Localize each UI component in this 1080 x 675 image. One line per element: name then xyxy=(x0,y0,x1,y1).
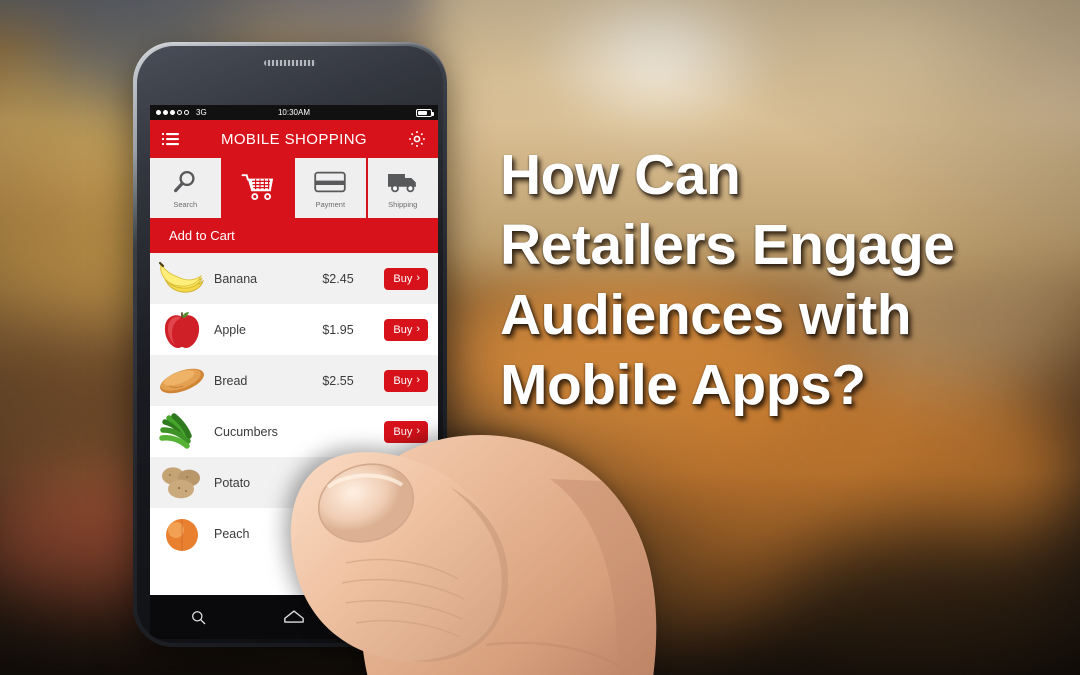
buy-button[interactable]: Buy › xyxy=(384,471,428,494)
shopping-cart-icon xyxy=(241,172,275,202)
product-name: Banana xyxy=(214,271,258,286)
signal-strength-icon xyxy=(156,110,189,115)
product-price: $1.95 xyxy=(322,322,354,337)
peach-thumb xyxy=(150,514,214,554)
back-nav-icon[interactable] xyxy=(373,604,407,630)
battery-icon xyxy=(416,108,434,117)
status-clock: 10:30AM xyxy=(277,108,311,117)
phone-body: 3G 10:30AM MOBILE SHOPPING Search Paymen… xyxy=(137,46,443,643)
section-title: Add to Cart xyxy=(169,228,235,243)
chevron-right-icon: › xyxy=(416,272,420,284)
buy-button[interactable]: Buy › xyxy=(384,318,428,341)
potato-thumb xyxy=(150,464,214,502)
buy-button[interactable]: Buy › xyxy=(384,420,428,443)
home-nav-icon[interactable] xyxy=(277,604,311,630)
product-name: Cucumbers xyxy=(214,424,278,439)
tab-shipping-label: Shipping xyxy=(388,200,418,209)
gear-icon[interactable] xyxy=(407,129,427,149)
table-row[interactable]: Peach $6.35 Buy › xyxy=(150,508,438,559)
table-row[interactable]: Bread $2.55 Buy › xyxy=(150,355,438,406)
table-row[interactable]: Apple $1.95 Buy › xyxy=(150,304,438,355)
page-title: How Can Retailers Engage Audiences with … xyxy=(500,143,955,417)
poster-canvas: How Can Retailers Engage Audiences with … xyxy=(0,0,1080,675)
search-nav-icon[interactable] xyxy=(181,604,215,630)
tab-cart[interactable] xyxy=(222,158,293,218)
buy-label: Buy xyxy=(393,476,413,489)
product-list: Banana $2.45 Buy › Apple $1.95 Buy › Bre… xyxy=(150,253,438,559)
buy-label: Buy xyxy=(393,272,413,285)
buy-button[interactable]: Buy › xyxy=(384,522,428,545)
earpiece-speaker-icon xyxy=(264,60,316,66)
tab-search[interactable]: Search xyxy=(150,158,221,218)
table-row[interactable]: Cucumbers Buy › xyxy=(150,406,438,457)
tab-search-label: Search xyxy=(173,200,198,209)
table-row[interactable]: Banana $2.45 Buy › xyxy=(150,253,438,304)
app-title: MOBILE SHOPPING xyxy=(220,130,368,148)
section-title-bar: Add to Cart xyxy=(150,218,438,253)
chevron-right-icon: › xyxy=(416,527,420,539)
buy-label: Buy xyxy=(393,425,413,438)
smartphone-device: 3G 10:30AM MOBILE SHOPPING Search Paymen… xyxy=(133,42,447,647)
android-nav-bar xyxy=(150,595,438,639)
product-price: $2.45 xyxy=(322,271,354,286)
credit-card-icon xyxy=(314,167,346,197)
hamburger-list-icon[interactable] xyxy=(161,129,181,149)
chevron-right-icon: › xyxy=(416,425,420,437)
buy-label: Buy xyxy=(393,527,413,540)
tab-shipping[interactable]: Shipping xyxy=(367,158,438,218)
product-price: $2.55 xyxy=(322,373,354,388)
cucumbers-thumb xyxy=(150,412,214,452)
buy-button[interactable]: Buy › xyxy=(384,267,428,290)
phone-screen: 3G 10:30AM MOBILE SHOPPING Search Paymen… xyxy=(150,105,438,595)
tab-payment-label: Payment xyxy=(315,200,346,209)
buy-label: Buy xyxy=(393,323,413,336)
app-header-bar: MOBILE SHOPPING xyxy=(150,120,438,158)
tab-payment[interactable]: Payment xyxy=(295,158,366,218)
product-name: Peach xyxy=(214,526,250,541)
product-name: Potato xyxy=(214,475,251,490)
status-bar: 3G 10:30AM xyxy=(150,105,438,120)
product-price: $3. xyxy=(322,475,340,490)
magnifier-icon xyxy=(172,167,198,197)
buy-label: Buy xyxy=(393,374,413,387)
product-name: Bread xyxy=(214,373,248,388)
chevron-right-icon: › xyxy=(416,323,420,335)
apple-thumb xyxy=(150,310,214,350)
product-price: $6.35 xyxy=(322,526,354,541)
banana-thumb xyxy=(150,260,214,298)
network-type-label: 3G xyxy=(196,108,207,117)
product-name: Apple xyxy=(214,322,246,337)
tab-bar: Search Payment Shipping xyxy=(150,158,438,218)
table-row[interactable]: Potato $3. Buy › xyxy=(150,457,438,508)
chevron-right-icon: › xyxy=(416,374,420,386)
chevron-right-icon: › xyxy=(416,476,420,488)
buy-button[interactable]: Buy › xyxy=(384,369,428,392)
bread-thumb xyxy=(150,364,214,398)
delivery-truck-icon xyxy=(387,167,419,197)
